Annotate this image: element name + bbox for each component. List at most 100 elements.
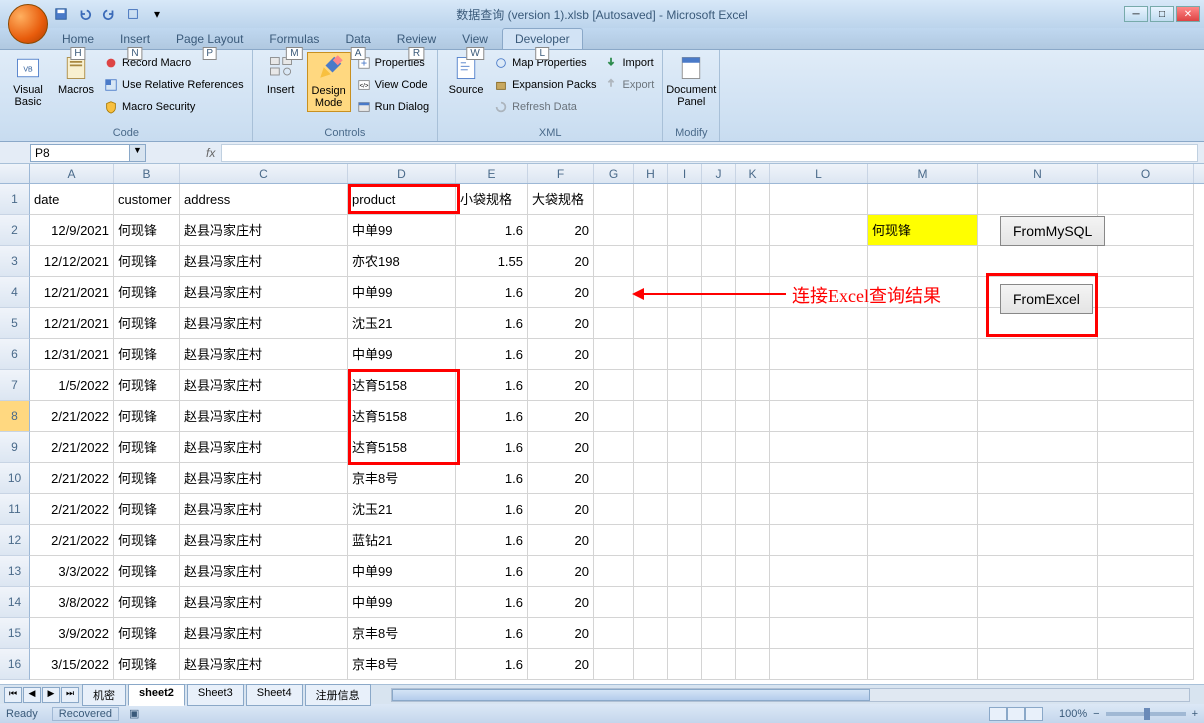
cell[interactable] <box>1098 246 1194 277</box>
view-layout-button[interactable] <box>1007 707 1025 721</box>
cell[interactable]: 12/31/2021 <box>30 339 114 370</box>
cell[interactable]: 1.6 <box>456 463 528 494</box>
row-header[interactable]: 8 <box>0 401 30 432</box>
cell[interactable] <box>978 246 1098 277</box>
tab-developer[interactable]: DeveloperL <box>502 28 583 49</box>
cell[interactable] <box>736 339 770 370</box>
cell[interactable] <box>1098 277 1194 308</box>
zoom-slider[interactable] <box>1106 712 1186 716</box>
cell[interactable] <box>634 339 668 370</box>
row-header[interactable]: 6 <box>0 339 30 370</box>
column-header[interactable]: J <box>702 164 736 183</box>
cell[interactable] <box>594 649 634 680</box>
cell[interactable]: 何现锋 <box>868 215 978 246</box>
cell[interactable]: 中单99 <box>348 556 456 587</box>
cell[interactable] <box>868 339 978 370</box>
cell[interactable] <box>668 308 702 339</box>
cell[interactable]: 赵县冯家庄村 <box>180 587 348 618</box>
cell[interactable] <box>1098 432 1194 463</box>
cell[interactable]: 12/21/2021 <box>30 277 114 308</box>
cell[interactable]: 赵县冯家庄村 <box>180 556 348 587</box>
cell[interactable] <box>702 463 736 494</box>
cell[interactable] <box>770 339 868 370</box>
cell[interactable] <box>668 494 702 525</box>
cell[interactable]: 2/21/2022 <box>30 494 114 525</box>
cell[interactable] <box>770 618 868 649</box>
cell[interactable] <box>1098 649 1194 680</box>
cell[interactable]: 1.6 <box>456 339 528 370</box>
cell[interactable] <box>736 215 770 246</box>
record-macro-icon[interactable]: ▣ <box>129 707 139 720</box>
cell[interactable]: 大袋规格 <box>528 184 594 215</box>
cell[interactable] <box>702 649 736 680</box>
cell[interactable] <box>770 215 868 246</box>
cell[interactable]: 何现锋 <box>114 308 180 339</box>
cell[interactable] <box>1098 494 1194 525</box>
row-header[interactable]: 10 <box>0 463 30 494</box>
cell[interactable]: 蓝钻21 <box>348 525 456 556</box>
name-box[interactable]: P8 <box>30 144 130 162</box>
cell[interactable]: 3/9/2022 <box>30 618 114 649</box>
cell[interactable] <box>736 184 770 215</box>
macro-security-button[interactable]: Macro Security <box>102 96 246 118</box>
cell[interactable] <box>668 339 702 370</box>
cell[interactable]: 20 <box>528 339 594 370</box>
zoom-level[interactable]: 100% <box>1059 708 1087 720</box>
cell[interactable] <box>736 618 770 649</box>
cell[interactable]: 达育5158 <box>348 432 456 463</box>
cell[interactable]: 1.6 <box>456 618 528 649</box>
cell[interactable]: 1.6 <box>456 370 528 401</box>
cell[interactable]: 2/21/2022 <box>30 401 114 432</box>
cell[interactable]: 20 <box>528 494 594 525</box>
cell[interactable]: 赵县冯家庄村 <box>180 649 348 680</box>
sheet-nav-first[interactable]: ⏮ <box>4 687 22 703</box>
design-mode-button[interactable]: Design Mode <box>307 52 351 112</box>
cell[interactable]: 何现锋 <box>114 246 180 277</box>
cell[interactable] <box>868 494 978 525</box>
cell[interactable] <box>668 401 702 432</box>
cell[interactable] <box>594 308 634 339</box>
cell[interactable] <box>770 587 868 618</box>
cell[interactable] <box>668 618 702 649</box>
cell[interactable]: 1.6 <box>456 556 528 587</box>
cell[interactable] <box>668 215 702 246</box>
cell[interactable]: 何现锋 <box>114 370 180 401</box>
sheet-nav-prev[interactable]: ◀ <box>23 687 41 703</box>
cell[interactable] <box>736 494 770 525</box>
cell[interactable]: 赵县冯家庄村 <box>180 246 348 277</box>
cell[interactable] <box>770 463 868 494</box>
row-header[interactable]: 13 <box>0 556 30 587</box>
cell[interactable] <box>668 432 702 463</box>
cell[interactable]: customer <box>114 184 180 215</box>
cell[interactable]: 20 <box>528 277 594 308</box>
cell[interactable] <box>634 432 668 463</box>
cell[interactable] <box>736 525 770 556</box>
cell[interactable]: 何现锋 <box>114 277 180 308</box>
cell[interactable] <box>668 246 702 277</box>
cell[interactable]: 1.6 <box>456 215 528 246</box>
cell[interactable] <box>736 401 770 432</box>
cell[interactable]: 何现锋 <box>114 649 180 680</box>
cell[interactable] <box>770 432 868 463</box>
cell[interactable] <box>978 587 1098 618</box>
cell[interactable] <box>594 618 634 649</box>
cell[interactable] <box>736 370 770 401</box>
cell[interactable] <box>736 587 770 618</box>
cell[interactable]: 何现锋 <box>114 339 180 370</box>
record-macro-button[interactable]: Record Macro <box>102 52 246 74</box>
cell[interactable] <box>868 432 978 463</box>
cell[interactable]: address <box>180 184 348 215</box>
column-header[interactable]: B <box>114 164 180 183</box>
name-box-dropdown[interactable]: ▼ <box>130 144 146 162</box>
row-header[interactable]: 3 <box>0 246 30 277</box>
cell[interactable] <box>770 308 868 339</box>
cell[interactable] <box>634 556 668 587</box>
cell[interactable]: 赵县冯家庄村 <box>180 463 348 494</box>
cell[interactable]: 20 <box>528 370 594 401</box>
cell[interactable] <box>736 308 770 339</box>
cell[interactable]: 京丰8号 <box>348 618 456 649</box>
cell[interactable] <box>668 184 702 215</box>
cell[interactable] <box>594 525 634 556</box>
export-button[interactable]: Export <box>602 74 656 96</box>
from-mysql-button[interactable]: FromMySQL <box>1000 216 1105 246</box>
